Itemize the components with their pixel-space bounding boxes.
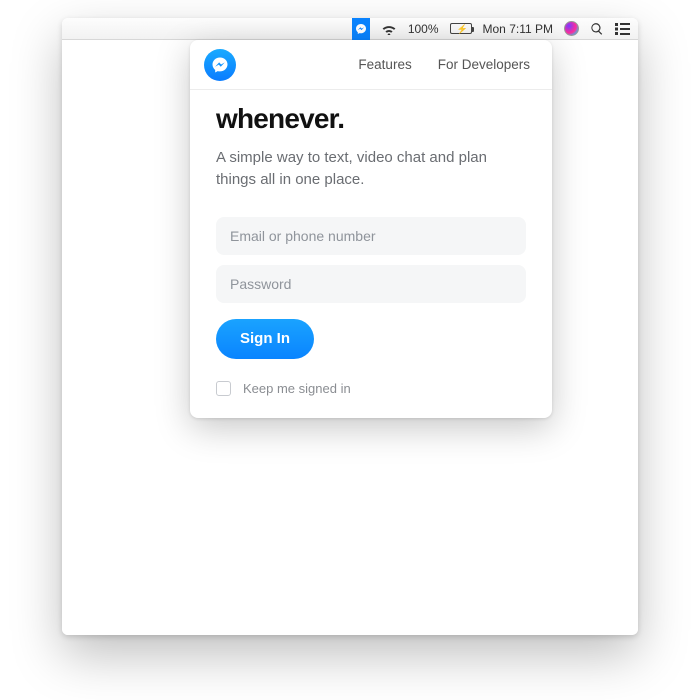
subtitle-text: A simple way to text, video chat and pla… — [216, 147, 526, 191]
siri-icon[interactable] — [564, 21, 579, 36]
login-popover: Features For Developers whenever. A simp… — [190, 40, 552, 418]
messenger-logo-icon[interactable] — [204, 49, 236, 81]
hero-text: whenever. — [216, 104, 526, 133]
mac-menubar: 100% ⚡ Mon 7:11 PM — [62, 18, 638, 40]
keep-signed-in-checkbox[interactable] — [216, 381, 231, 396]
keep-signed-in-label: Keep me signed in — [243, 381, 351, 396]
menubar-clock[interactable]: Mon 7:11 PM — [483, 22, 553, 36]
email-field[interactable] — [216, 217, 526, 255]
nav-features[interactable]: Features — [350, 51, 419, 78]
page-content: together, Features For Developers whenev… — [62, 40, 638, 635]
nav-for-developers[interactable]: For Developers — [430, 51, 538, 78]
password-field[interactable] — [216, 265, 526, 303]
notification-center-icon[interactable] — [615, 23, 630, 35]
sign-in-button[interactable]: Sign In — [216, 319, 314, 359]
battery-percent: 100% — [408, 22, 439, 36]
spotlight-icon[interactable] — [590, 22, 604, 36]
popover-header: Features For Developers — [190, 40, 552, 90]
messenger-menubar-icon[interactable] — [352, 18, 370, 40]
keep-signed-in[interactable]: Keep me signed in — [216, 381, 526, 396]
wifi-icon[interactable] — [381, 23, 397, 35]
popover-body: whenever. A simple way to text, video ch… — [190, 90, 552, 418]
battery-icon: ⚡ — [450, 23, 472, 34]
mac-window: 100% ⚡ Mon 7:11 PM together, Features Fo… — [62, 18, 638, 635]
